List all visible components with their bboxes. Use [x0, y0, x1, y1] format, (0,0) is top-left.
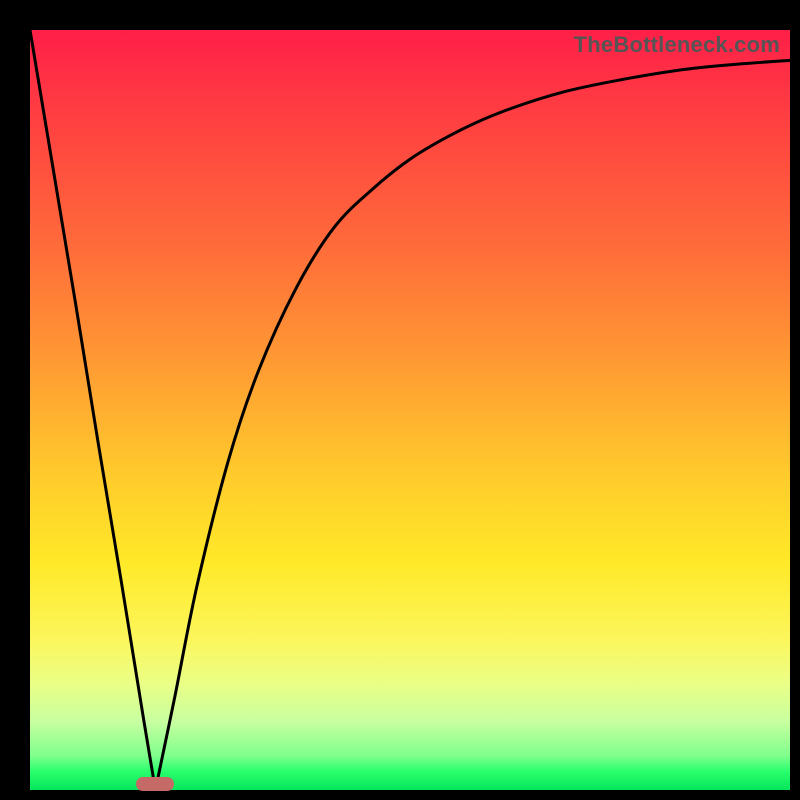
optimal-marker: [136, 777, 174, 791]
curve-right-branch: [155, 60, 790, 790]
curve-left-branch: [30, 30, 155, 790]
plot-area: TheBottleneck.com: [30, 30, 790, 790]
bottleneck-curve: [30, 30, 790, 790]
chart-frame: TheBottleneck.com: [0, 0, 800, 800]
